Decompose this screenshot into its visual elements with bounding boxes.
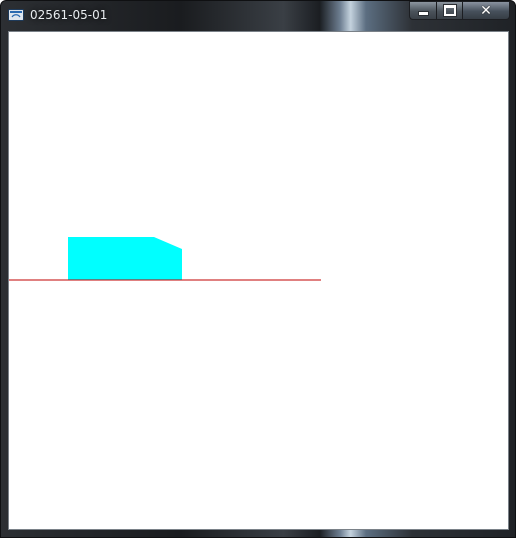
close-icon: ✕ xyxy=(480,2,492,19)
minimize-icon xyxy=(417,11,429,16)
maximize-button[interactable] xyxy=(436,1,463,20)
maximize-icon xyxy=(442,4,457,17)
app-window: 02561-05-01 ✕ xyxy=(0,0,516,538)
app-window-icon[interactable] xyxy=(8,9,24,21)
minimize-button[interactable] xyxy=(409,1,436,20)
canvas-area[interactable] xyxy=(8,31,509,530)
title-bar[interactable]: 02561-05-01 ✕ xyxy=(1,1,515,30)
cyan-shape xyxy=(68,237,182,280)
window-title: 02561-05-01 xyxy=(30,8,108,22)
caption-buttons: ✕ xyxy=(409,1,510,20)
close-button[interactable]: ✕ xyxy=(463,1,510,20)
scene-canvas xyxy=(9,237,321,281)
